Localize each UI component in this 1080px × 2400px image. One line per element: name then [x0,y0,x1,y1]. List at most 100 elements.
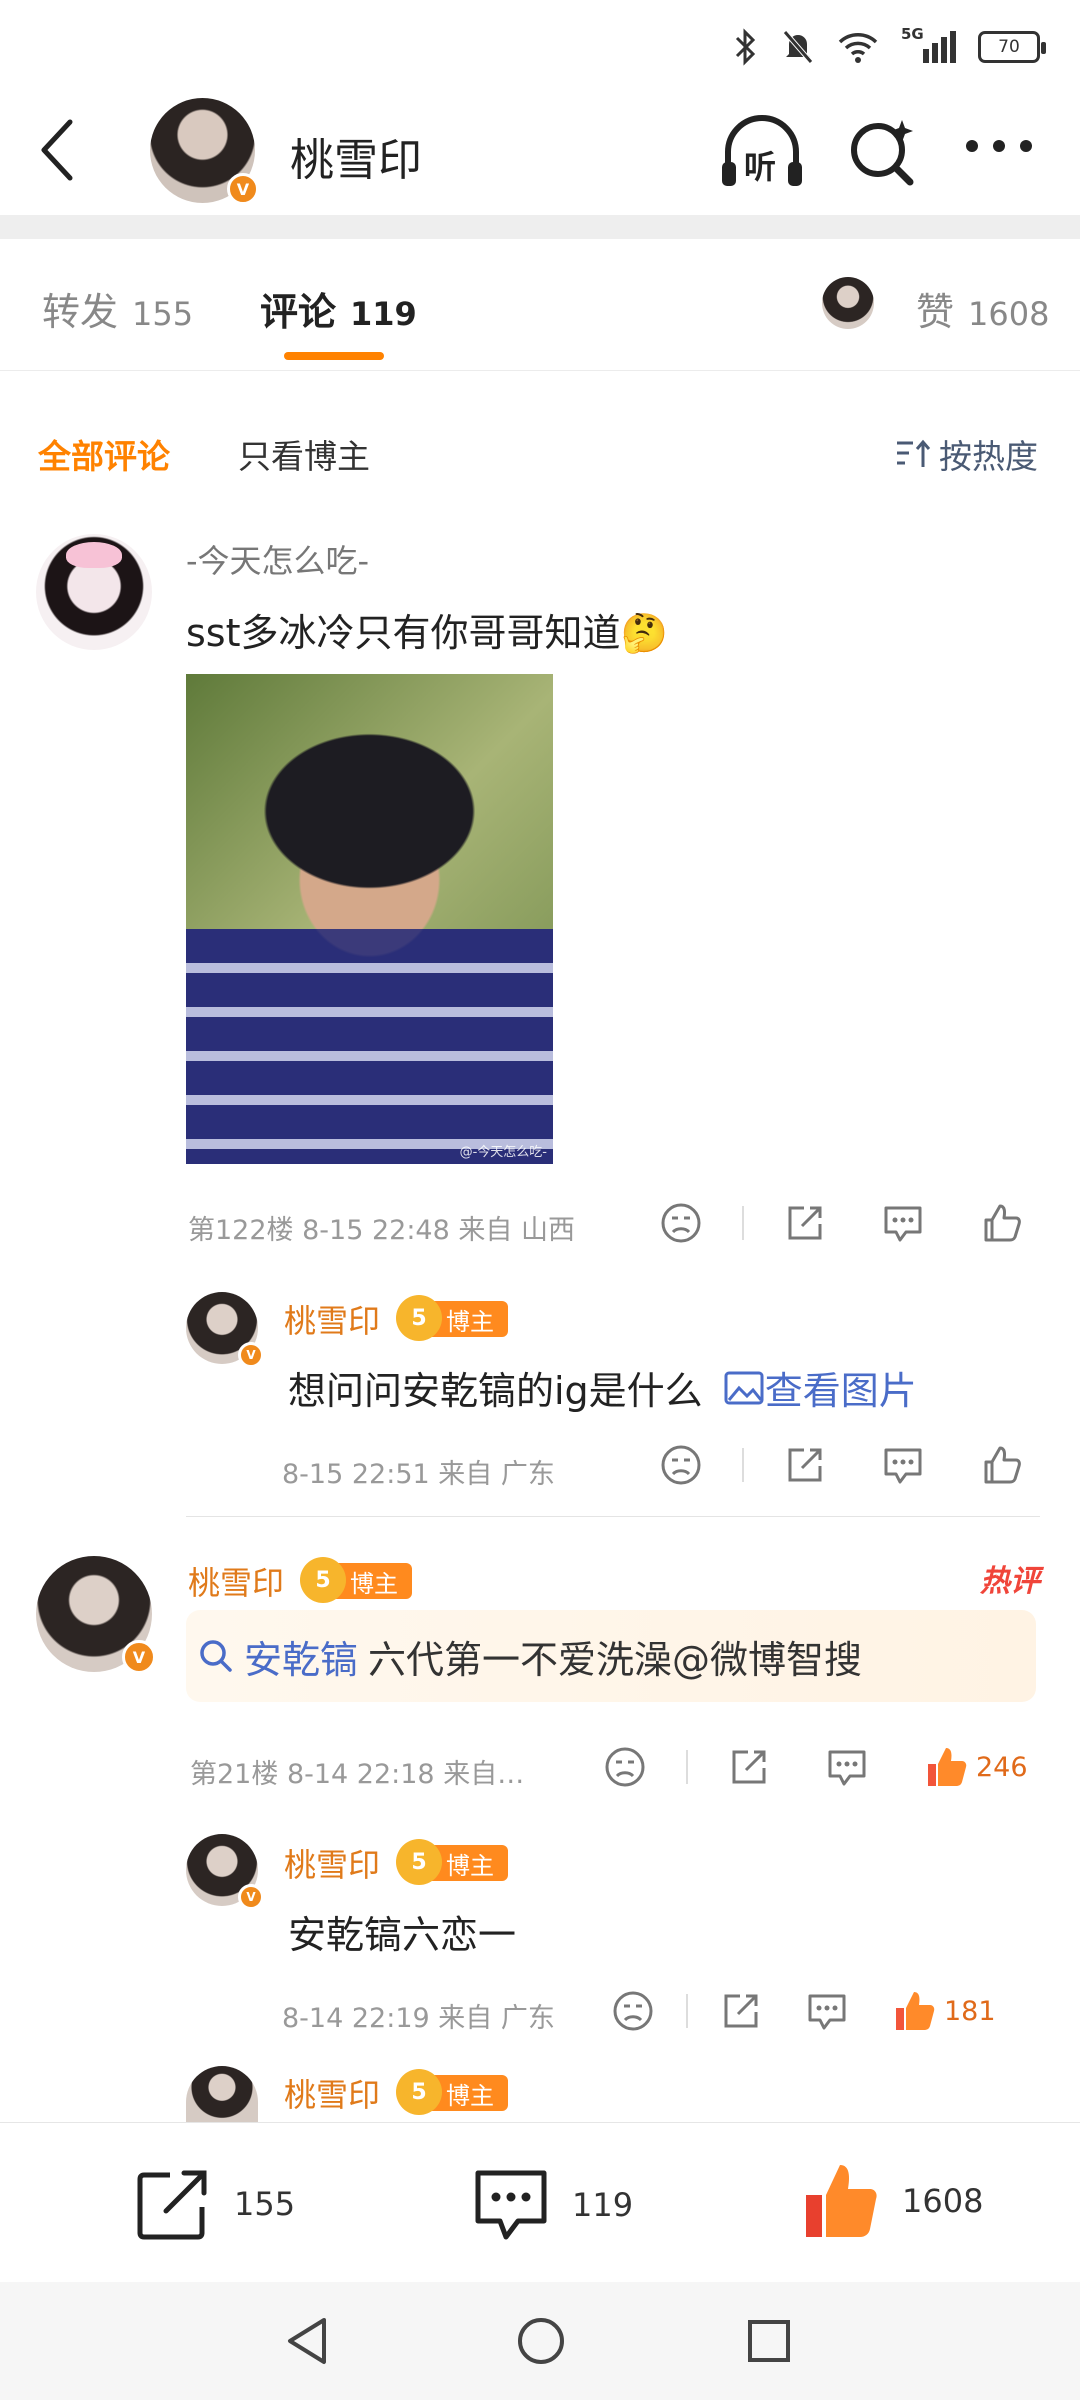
comment-photo[interactable]: @-今天怎么吃- [186,674,553,1164]
comment-header: 桃雪印 5 博主 [188,1557,413,1604]
nav-home-icon[interactable] [516,2316,566,2366]
section-divider [0,215,1080,239]
verified-badge: V [227,173,259,205]
reply-header: 桃雪印 5 博主 [284,1839,509,1886]
dislike-face-icon[interactable] [604,1746,646,1788]
commenter-avatar[interactable]: V [36,1556,156,1674]
comment-bubble-icon [475,2170,547,2240]
bluetooth-icon [735,28,756,66]
crown-icon: 5 [300,1557,347,1603]
reply-text: 想问问安乾镐的ig是什么 [288,1369,703,1413]
reply-icon[interactable] [826,1746,868,1788]
reply-icon[interactable] [806,1990,848,2032]
reply-avatar[interactable]: V [186,1834,264,1910]
nav-back-icon[interactable] [284,2316,330,2366]
smart-search-card[interactable]: 安乾镐 六代第一不爱洗澡@微博智搜 [186,1610,1036,1702]
reply-avatar[interactable] [186,2066,258,2122]
commenter-name[interactable]: 桃雪印 [188,1558,284,1604]
more-icon[interactable] [964,136,1034,156]
comment-text: sst多冰冷只有你哥哥知道🤔 [186,611,668,655]
filter-host-only[interactable]: 只看博主 [238,430,370,478]
comment-actions [660,1202,1022,1244]
commenter-name[interactable]: -今天怎么吃- [186,536,369,582]
bottom-action-bar: 155 119 1608 [0,2122,1080,2282]
reply-icon[interactable] [882,1444,924,1486]
comment-count: 119 [572,2186,634,2224]
tab-likes[interactable]: 赞 1608 [916,281,1049,336]
sort-icon [897,439,931,467]
reply-icon[interactable] [882,1202,924,1244]
host-badge: 5 博主 [300,1557,413,1603]
like-count: 246 [976,1751,1028,1783]
bow-decoration [66,542,122,568]
top-bar: V 桃雪印 听 [0,90,1080,215]
reply-actions: 181 [612,1990,996,2032]
search-text: 六代第一不爱洗澡@微博智搜 [368,1637,863,1682]
view-image-link[interactable]: 查看图片 [723,1360,917,1415]
action-separator [742,1206,744,1240]
reply-avatar[interactable]: V [186,1292,264,1368]
share-icon[interactable] [784,1444,826,1486]
tab-reposts[interactable]: 转发 155 [42,281,193,336]
share-icon[interactable] [720,1990,762,2032]
host-badge: 5 博主 [396,2069,509,2115]
like-icon[interactable] [980,1444,1022,1486]
comment-button[interactable]: 119 [472,2167,633,2243]
reply-text-row: 想问问安乾镐的ig是什么 查看图片 [288,1360,917,1415]
reply-header: 桃雪印 5 博主 [284,2069,509,2116]
action-separator [686,1994,688,2028]
search-keyword[interactable]: 安乾镐 [244,1629,358,1684]
wifi-icon [838,33,878,63]
listen-button[interactable]: 听 [718,112,806,192]
like-button-active[interactable]: 181 [892,1990,996,2032]
back-arrow-icon[interactable] [38,118,78,182]
status-bar: 5G 70 [0,0,1080,90]
crown-icon: 5 [396,2069,443,2115]
dislike-face-icon[interactable] [660,1202,702,1244]
like-icon[interactable] [980,1202,1022,1244]
share-icon [137,2170,207,2240]
like-count: 1608 [902,2182,984,2220]
photo-watermark: @-今天怎么吃- [459,1145,547,1160]
reply-text: 安乾镐六恋一 [288,1913,517,1957]
action-separator [686,1750,688,1784]
like-button-active[interactable]: 246 [924,1746,1028,1788]
reply-actions [660,1444,1022,1486]
verified-badge: V [238,1884,264,1910]
like-button[interactable]: 1608 [800,2161,983,2241]
reply-header: 桃雪印 5 博主 [284,1295,509,1342]
nav-recents-icon[interactable] [746,2318,792,2364]
share-icon[interactable] [784,1202,826,1244]
search-spark-icon[interactable] [848,116,918,188]
liker-avatar [822,277,874,329]
hot-comment-tag: 热评 [980,1564,1040,1599]
mute-bell-icon [783,30,813,64]
reply-user[interactable]: 桃雪印 [284,2070,380,2116]
author-name[interactable]: 桃雪印 [290,124,422,188]
comment-separator [186,1516,1040,1517]
dislike-face-icon[interactable] [660,1444,702,1486]
host-badge: 5 博主 [396,1295,509,1341]
reply-user[interactable]: 桃雪印 [284,1840,380,1886]
tab-comments[interactable]: 评论 119 [260,281,417,336]
search-icon [200,1640,232,1672]
liked-thumb-icon [928,1748,967,1786]
repost-count: 155 [234,2185,296,2223]
author-avatar[interactable]: V [150,98,259,205]
tab-bar: 转发 155 评论 119 赞 1608 [0,239,1080,371]
verified-badge: V [122,1640,156,1674]
active-tab-indicator [284,352,384,360]
network-label: 5G [901,25,924,43]
repost-button[interactable]: 155 [136,2167,295,2241]
reply-meta: 8-14 22:19 来自 广东 [282,2003,555,2034]
verified-badge: V [238,1342,264,1368]
liked-thumb-icon [806,2165,877,2237]
commenter-avatar[interactable] [36,534,152,650]
dislike-face-icon[interactable] [612,1990,654,2032]
reply-meta: 8-15 22:51 来自 广东 [282,1459,555,1490]
share-icon[interactable] [728,1746,770,1788]
sort-by-hot-button[interactable]: 按热度 [895,430,1038,478]
signal-indicator: 5G [901,25,956,63]
filter-all-comments[interactable]: 全部评论 [38,430,170,478]
reply-user[interactable]: 桃雪印 [284,1296,380,1342]
